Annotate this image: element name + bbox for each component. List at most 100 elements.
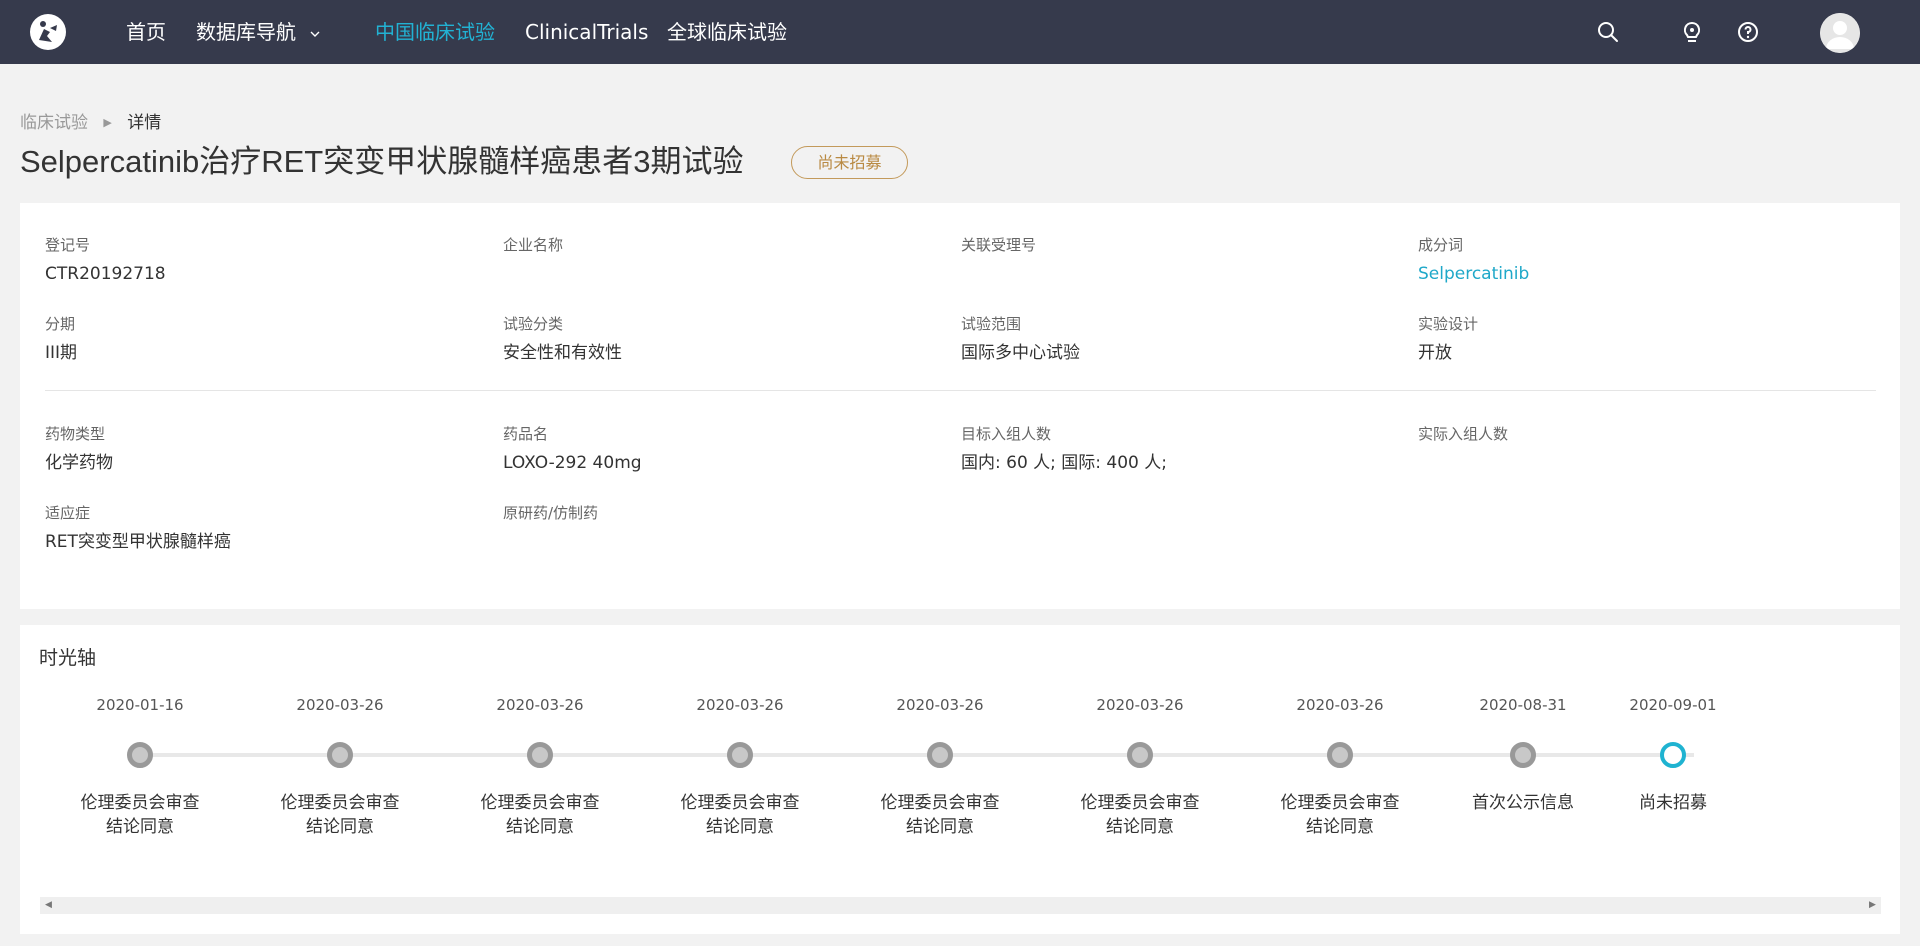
timeline-event: 伦理委员会审查 结论同意 bbox=[265, 791, 415, 839]
tips-button[interactable] bbox=[1680, 20, 1704, 44]
field-category: 试验分类 安全性和有效性 bbox=[503, 314, 943, 364]
lightbulb-icon bbox=[1683, 21, 1701, 42]
timeline-event-line1: 伦理委员会审查 bbox=[880, 793, 1000, 813]
field-origin: 原研药/仿制药 bbox=[503, 503, 943, 531]
field-value: CTR20192718 bbox=[45, 264, 166, 284]
nav-database-dropdown[interactable]: 数据库导航 bbox=[196, 0, 320, 64]
field-actual-enroll: 实际入组人数 bbox=[1418, 424, 1858, 452]
timeline-node[interactable] bbox=[127, 742, 153, 768]
timeline-event-line1: 伦理委员会审查 bbox=[680, 793, 800, 813]
search-button[interactable] bbox=[1596, 20, 1620, 44]
timeline-event: 伦理委员会审查 结论同意 bbox=[1065, 791, 1215, 839]
timeline-node[interactable] bbox=[1327, 742, 1353, 768]
nav-china-trials[interactable]: 中国临床试验 bbox=[375, 0, 495, 64]
timeline-date: 2020-09-01 bbox=[1629, 696, 1717, 714]
chevron-down-icon bbox=[310, 31, 320, 37]
field-value: 化学药物 bbox=[45, 453, 113, 473]
timeline-node-current[interactable] bbox=[1660, 742, 1686, 768]
timeline-node[interactable] bbox=[727, 742, 753, 768]
timeline-card: 时光轴 2020-01-16 伦理委员会审查 结论同意 2020-03-26 伦… bbox=[20, 625, 1900, 934]
field-label: 药品名 bbox=[503, 425, 549, 443]
user-avatar-icon bbox=[1820, 13, 1860, 53]
field-value: LOXO-292 40mg bbox=[503, 453, 642, 473]
field-ingredient: 成分词 Selpercatinib bbox=[1418, 235, 1858, 285]
field-label: 药物类型 bbox=[45, 425, 106, 443]
nav-home[interactable]: 首页 bbox=[126, 0, 166, 64]
nav-clinicaltrials[interactable]: ClinicalTrials bbox=[525, 0, 648, 64]
timeline-event-line2: 结论同意 bbox=[1106, 817, 1174, 837]
timeline-date: 2020-03-26 bbox=[296, 696, 384, 714]
timeline-date: 2020-01-16 bbox=[96, 696, 184, 714]
nav-home-label: 首页 bbox=[126, 20, 166, 44]
timeline-date: 2020-03-26 bbox=[1096, 696, 1184, 714]
field-label: 实际入组人数 bbox=[1418, 425, 1509, 443]
timeline-title: 时光轴 bbox=[39, 647, 97, 669]
field-related-no: 关联受理号 bbox=[961, 235, 1401, 263]
timeline-date: 2020-03-26 bbox=[1296, 696, 1384, 714]
timeline-event-line2: 结论同意 bbox=[1306, 817, 1374, 837]
scroll-right-icon[interactable]: ▶ bbox=[1864, 897, 1881, 914]
field-drug-name: 药品名 LOXO-292 40mg bbox=[503, 424, 943, 474]
field-value: 安全性和有效性 bbox=[503, 343, 622, 363]
field-value: 开放 bbox=[1418, 343, 1452, 363]
timeline-event-line2: 结论同意 bbox=[506, 817, 574, 837]
field-label: 企业名称 bbox=[503, 236, 564, 254]
timeline-date: 2020-03-26 bbox=[496, 696, 584, 714]
timeline-event: 伦理委员会审查 结论同意 bbox=[665, 791, 815, 839]
site-logo[interactable] bbox=[30, 14, 66, 50]
timeline-node[interactable] bbox=[1127, 742, 1153, 768]
timeline-scrollbar[interactable]: ◀ ▶ bbox=[40, 897, 1881, 914]
field-value: 国内: 60 人; 国际: 400 人; bbox=[961, 453, 1168, 473]
status-badge: 尚未招募 bbox=[791, 146, 908, 179]
timeline-event-line1: 首次公示信息 bbox=[1472, 793, 1574, 813]
user-avatar[interactable] bbox=[1820, 13, 1860, 53]
field-label: 成分词 bbox=[1418, 236, 1464, 254]
timeline-event: 伦理委员会审查 结论同意 bbox=[65, 791, 215, 839]
timeline-event: 伦理委员会审查 结论同意 bbox=[465, 791, 615, 839]
nav-global-trials-label: 全球临床试验 bbox=[667, 20, 787, 44]
field-company: 企业名称 bbox=[503, 235, 943, 263]
breadcrumb: 临床试验 ▶ 详情 bbox=[20, 108, 161, 133]
field-label: 原研药/仿制药 bbox=[503, 504, 599, 522]
breadcrumb-clinical-trials[interactable]: 临床试验 bbox=[20, 113, 88, 133]
nav-clinicaltrials-label: ClinicalTrials bbox=[525, 20, 649, 44]
help-button[interactable] bbox=[1736, 20, 1760, 44]
nav-china-trials-label: 中国临床试验 bbox=[375, 20, 495, 44]
nav-global-trials[interactable]: 全球临床试验 bbox=[667, 0, 787, 64]
field-design: 实验设计 开放 bbox=[1418, 314, 1858, 364]
timeline-date: 2020-03-26 bbox=[896, 696, 984, 714]
field-label: 适应症 bbox=[45, 504, 91, 522]
trial-info-card: 登记号 CTR20192718 企业名称 关联受理号 成分词 Selpercat… bbox=[20, 203, 1900, 609]
timeline-event-line1: 伦理委员会审查 bbox=[1080, 793, 1200, 813]
timeline-event-line1: 尚未招募 bbox=[1639, 793, 1707, 813]
field-label: 实验设计 bbox=[1418, 315, 1479, 333]
timeline-event: 伦理委员会审查 结论同意 bbox=[1265, 791, 1415, 839]
field-label: 试验范围 bbox=[961, 315, 1022, 333]
field-label: 登记号 bbox=[45, 236, 91, 254]
timeline-event: 伦理委员会审查 结论同意 bbox=[865, 791, 1015, 839]
field-indication: 适应症 RET突变型甲状腺髓样癌 bbox=[45, 503, 485, 553]
field-drug-type: 药物类型 化学药物 bbox=[45, 424, 485, 474]
timeline-date: 2020-03-26 bbox=[696, 696, 784, 714]
field-value: III期 bbox=[45, 343, 78, 363]
page-title: Selpercatinib治疗RET突变甲状腺髓样癌患者3期试验 bbox=[20, 144, 744, 179]
search-icon bbox=[1598, 22, 1618, 42]
field-label: 分期 bbox=[45, 315, 76, 333]
field-target-enroll: 目标入组人数 国内: 60 人; 国际: 400 人; bbox=[961, 424, 1401, 474]
timeline-event-line2: 结论同意 bbox=[706, 817, 774, 837]
scroll-left-icon[interactable]: ◀ bbox=[40, 897, 57, 914]
timeline-event: 首次公示信息 bbox=[1448, 791, 1598, 815]
ingredient-link[interactable]: Selpercatinib bbox=[1418, 263, 1858, 285]
timeline-node[interactable] bbox=[527, 742, 553, 768]
field-label: 关联受理号 bbox=[961, 236, 1037, 254]
top-navbar: 首页 数据库导航 中国临床试验 ClinicalTrials 全球临床试验 bbox=[0, 0, 1920, 64]
timeline-event-line1: 伦理委员会审查 bbox=[280, 793, 400, 813]
timeline-node[interactable] bbox=[1510, 742, 1536, 768]
timeline-track bbox=[140, 753, 1694, 757]
timeline-node[interactable] bbox=[327, 742, 353, 768]
breadcrumb-current: 详情 bbox=[127, 113, 162, 133]
timeline-event-line1: 伦理委员会审查 bbox=[1280, 793, 1400, 813]
timeline-date: 2020-08-31 bbox=[1479, 696, 1567, 714]
timeline-event-line2: 结论同意 bbox=[906, 817, 974, 837]
timeline-node[interactable] bbox=[927, 742, 953, 768]
